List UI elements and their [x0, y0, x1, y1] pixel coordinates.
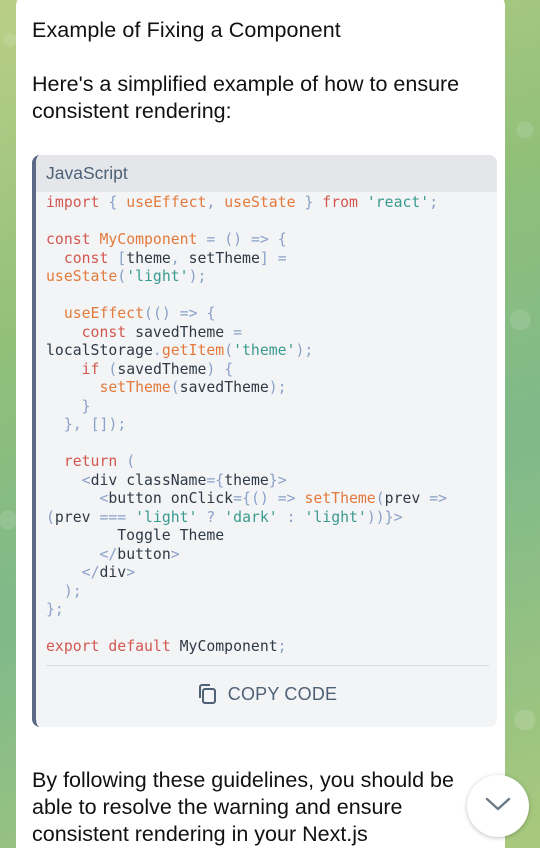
- chevron-down-icon: [485, 796, 511, 817]
- code-line: );: [63, 582, 82, 600]
- code-language-label: JavaScript: [36, 155, 497, 192]
- code-line: if (savedTheme) {: [81, 360, 234, 378]
- code-line: }, []);: [63, 416, 127, 433]
- code-line: export default MyComponent;: [46, 638, 287, 655]
- message-bubble: Example of Fixing a Component Here's a s…: [16, 0, 505, 848]
- code-line: useEffect(() => {: [63, 305, 216, 322]
- code-divider: [46, 665, 489, 666]
- code-line: <div className={theme}>: [81, 471, 287, 489]
- copy-code-button[interactable]: COPY CODE: [36, 677, 497, 711]
- code-line: localStorage.getItem('theme');: [46, 342, 314, 359]
- code-line: </button>: [99, 545, 180, 563]
- code-block: JavaScript import { useEffect, useState …: [32, 155, 497, 727]
- code-line: import { useEffect, useState } from 'rea…: [46, 194, 439, 211]
- code-line: const [theme, setTheme] =: [63, 249, 287, 267]
- scroll-down-button[interactable]: [467, 775, 529, 837]
- message-heading: Example of Fixing a Component: [32, 18, 341, 42]
- copy-code-label: COPY CODE: [227, 683, 338, 704]
- code-line: };: [46, 601, 64, 618]
- code-line: Toggle Theme: [46, 527, 225, 544]
- message-outro: By following these guidelines, you shoul…: [32, 768, 454, 846]
- code-line: }: [81, 397, 91, 415]
- message-intro: Here's a simplified example of how to en…: [32, 72, 460, 123]
- code-line: const savedTheme =: [81, 323, 243, 341]
- code-content: import { useEffect, useState } from 'rea…: [46, 194, 493, 657]
- code-line: (prev === 'light' ? 'dark' : 'light'))}>: [46, 508, 403, 526]
- code-line: const MyComponent = () => {: [46, 231, 287, 248]
- code-line: return (: [63, 453, 136, 470]
- code-line: setTheme(savedTheme);: [99, 379, 287, 396]
- code-line: useState('light');: [46, 268, 207, 285]
- copy-icon: [196, 683, 218, 705]
- code-line: <button onClick={() => setTheme(prev =>: [99, 490, 448, 507]
- code-line: </div>: [81, 564, 136, 581]
